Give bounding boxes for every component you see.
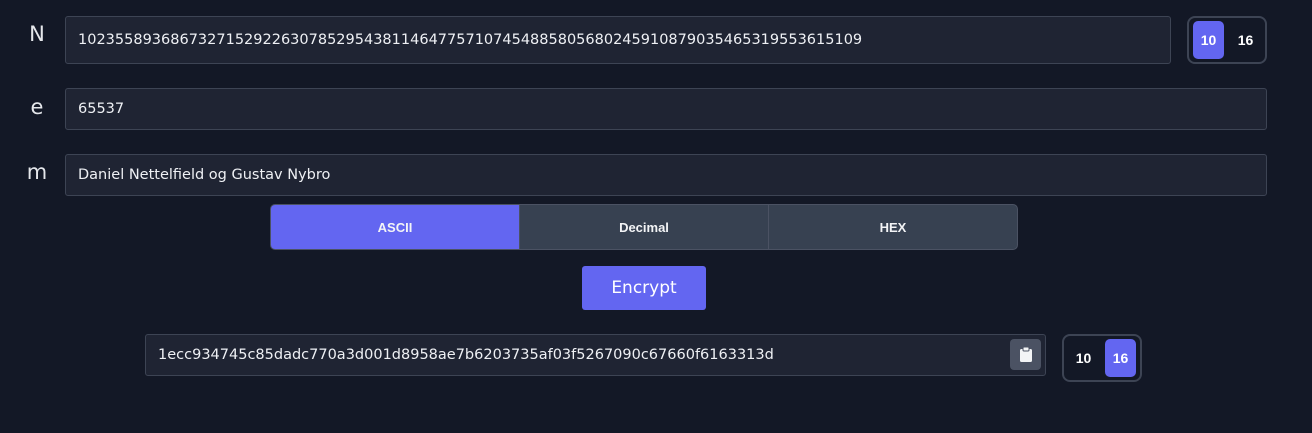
m-input[interactable]: Daniel Nettelfield og Gustav Nybro bbox=[65, 154, 1267, 196]
clipboard-icon bbox=[1019, 346, 1032, 362]
n-input[interactable]: 1023558936867327152922630785295438114647… bbox=[65, 16, 1171, 64]
m-label: m bbox=[26, 160, 48, 184]
e-label: e bbox=[30, 95, 44, 119]
n-base-16-button[interactable]: 16 bbox=[1230, 21, 1261, 59]
encoding-ascii-button[interactable]: ASCII bbox=[271, 205, 520, 249]
output-value: 1ecc934745c85dadc770a3d001d8958ae7b62037… bbox=[158, 347, 774, 363]
output-base-toggle: 10 16 bbox=[1062, 334, 1142, 382]
copy-button[interactable] bbox=[1010, 339, 1041, 370]
n-base-toggle: 10 16 bbox=[1187, 16, 1267, 64]
n-base-10-button[interactable]: 10 bbox=[1193, 21, 1224, 59]
n-label: N bbox=[29, 22, 45, 46]
encoding-decimal-button[interactable]: Decimal bbox=[520, 205, 769, 249]
encoding-selector: ASCII Decimal HEX bbox=[270, 204, 1018, 250]
encrypt-button[interactable]: Encrypt bbox=[582, 266, 706, 310]
output-base-16-button[interactable]: 16 bbox=[1105, 339, 1136, 377]
e-input[interactable]: 65537 bbox=[65, 88, 1267, 130]
encoding-hex-button[interactable]: HEX bbox=[769, 205, 1017, 249]
output-field: 1ecc934745c85dadc770a3d001d8958ae7b62037… bbox=[145, 334, 1046, 376]
output-base-10-button[interactable]: 10 bbox=[1068, 339, 1099, 377]
